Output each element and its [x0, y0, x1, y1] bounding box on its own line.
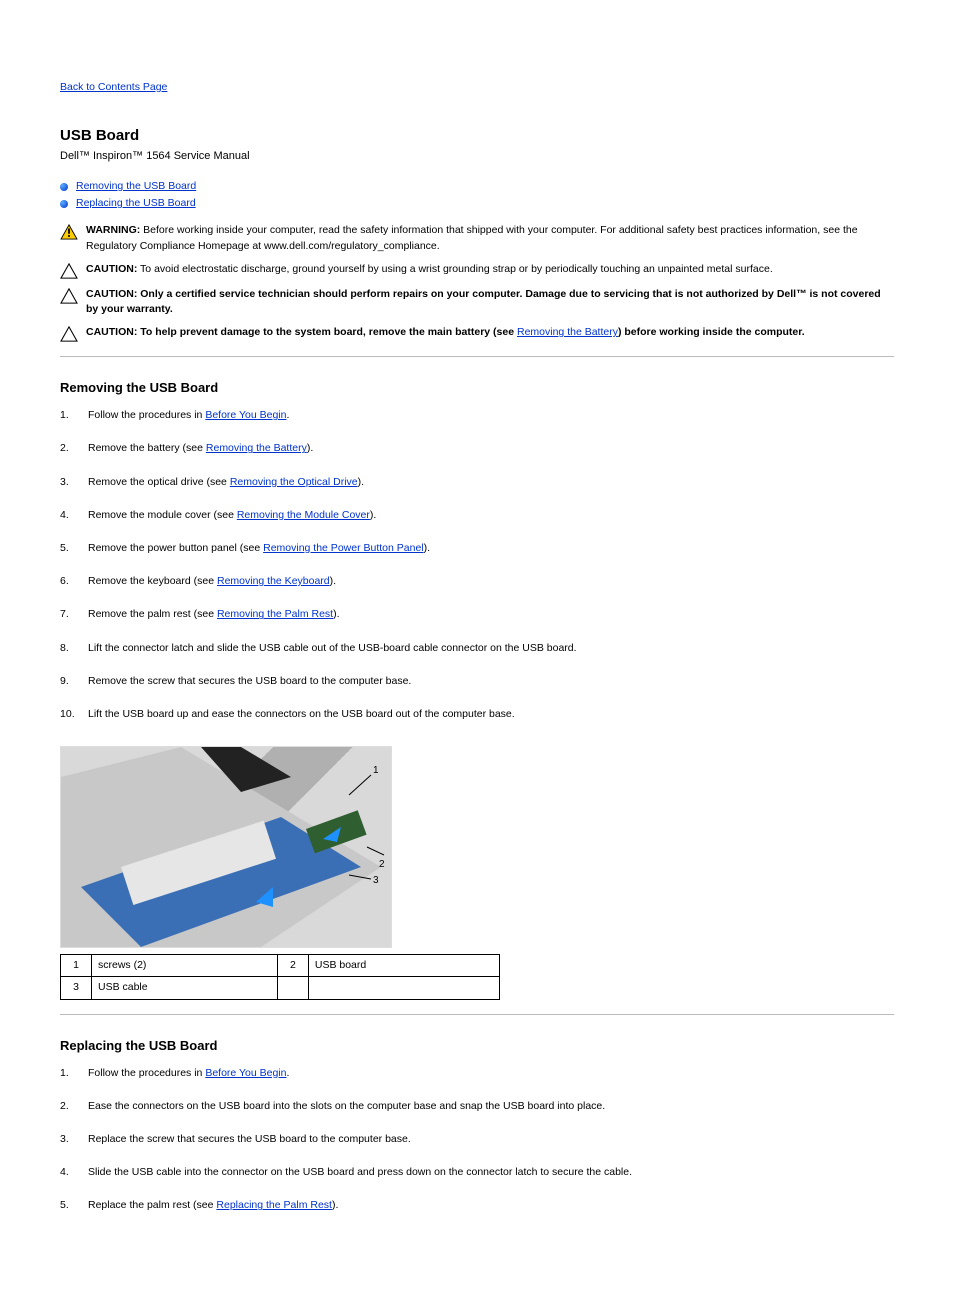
bullet-icon: [60, 183, 68, 191]
step-link[interactable]: Removing the Battery: [206, 442, 307, 454]
step: Remove the keyboard (see Removing the Ke…: [60, 574, 894, 589]
label-idx: 3: [61, 977, 92, 999]
removing-heading: Removing the USB Board: [60, 379, 894, 398]
step-link[interactable]: Removing the Keyboard: [217, 575, 330, 587]
toc-link-removing[interactable]: Removing the USB Board: [76, 179, 196, 194]
table-row: 1 screws (2) 2 USB board: [61, 955, 500, 977]
step-text: Remove the module cover (see: [88, 509, 237, 521]
step-text: Lift the USB board up and ease the conne…: [88, 708, 515, 720]
step: Remove the screw that secures the USB bo…: [60, 674, 894, 689]
page-title: USB Board: [60, 125, 894, 147]
step: Lift the USB board up and ease the conne…: [60, 707, 894, 722]
step-text: Ease the connectors on the USB board int…: [88, 1100, 605, 1112]
label-text: USB cable: [92, 977, 278, 999]
warning-label: WARNING:: [86, 224, 140, 236]
divider: [60, 356, 894, 357]
caution2-text: CAUTION: Only a certified service techni…: [86, 287, 894, 317]
label-text: [308, 977, 499, 999]
svg-text:2: 2: [379, 859, 385, 870]
caution-icon: [60, 326, 78, 342]
caution3-link[interactable]: Removing the Battery: [517, 326, 618, 338]
page-subtitle: Dell™ Inspiron™ 1564 Service Manual: [60, 149, 894, 165]
step-text: Replace the screw that secures the USB b…: [88, 1133, 411, 1145]
step-link[interactable]: Removing the Power Button Panel: [263, 542, 424, 554]
label-idx: 1: [61, 955, 92, 977]
caution1-body: To avoid electrostatic discharge, ground…: [137, 263, 772, 275]
step-text: Remove the battery (see: [88, 442, 206, 454]
step-link[interactable]: Removing the Module Cover: [237, 509, 370, 521]
step-text: .: [286, 1067, 289, 1079]
step-link[interactable]: Replacing the Palm Rest: [216, 1199, 332, 1211]
warning-body: Before working inside your computer, rea…: [86, 224, 858, 251]
step-text: ).: [370, 509, 376, 521]
label-text: screws (2): [92, 955, 278, 977]
step: Remove the battery (see Removing the Bat…: [60, 441, 894, 456]
step-link[interactable]: Before You Begin: [205, 409, 286, 421]
step-text: ).: [358, 476, 364, 488]
step-text: Remove the optical drive (see: [88, 476, 230, 488]
step-text: ).: [332, 1199, 338, 1211]
step: Replace the palm rest (see Replacing the…: [60, 1198, 894, 1213]
caution-icon: [60, 288, 78, 304]
step: Replace the screw that secures the USB b…: [60, 1132, 894, 1147]
usb-board-figure: 1 2 3: [60, 746, 392, 948]
step: Remove the optical drive (see Removing t…: [60, 475, 894, 490]
step-text: Follow the procedures in: [88, 1067, 205, 1079]
caution2-tm: ™: [796, 288, 807, 300]
step-link[interactable]: Before You Begin: [205, 1067, 286, 1079]
step-text: Follow the procedures in: [88, 409, 205, 421]
figure-labels-table: 1 screws (2) 2 USB board 3 USB cable: [60, 954, 500, 999]
step: Lift the connector latch and slide the U…: [60, 641, 894, 656]
warning-text: WARNING: Before working inside your comp…: [86, 223, 894, 253]
label-text: USB board: [308, 955, 499, 977]
step-text: Remove the power button panel (see: [88, 542, 263, 554]
svg-text:3: 3: [373, 875, 379, 886]
step: Ease the connectors on the USB board int…: [60, 1099, 894, 1114]
back-to-contents-link[interactable]: Back to Contents Page: [60, 80, 167, 95]
step-text: Remove the screw that secures the USB bo…: [88, 675, 411, 687]
step-text: ).: [330, 575, 336, 587]
step-link[interactable]: Removing the Palm Rest: [217, 608, 333, 620]
step: Remove the palm rest (see Removing the P…: [60, 607, 894, 622]
step: Slide the USB cable into the connector o…: [60, 1165, 894, 1180]
toc-link-replacing[interactable]: Replacing the USB Board: [76, 196, 196, 211]
caution3-after: ) before working inside the computer.: [618, 326, 805, 338]
step-text: Lift the connector latch and slide the U…: [88, 642, 577, 654]
step-link[interactable]: Removing the Optical Drive: [230, 476, 358, 488]
caution3-before: To help prevent damage to the system boa…: [137, 326, 517, 338]
caution-icon: [60, 263, 78, 279]
step-text: Replace the palm rest (see: [88, 1199, 216, 1211]
step-text: Remove the palm rest (see: [88, 608, 217, 620]
caution2-before: Only a certified service technician shou…: [137, 288, 796, 300]
replacing-heading: Replacing the USB Board: [60, 1037, 894, 1056]
step: Remove the module cover (see Removing th…: [60, 508, 894, 523]
caution2-label: CAUTION:: [86, 288, 137, 300]
step-text: Slide the USB cable into the connector o…: [88, 1166, 632, 1178]
step-text: ).: [307, 442, 313, 454]
label-idx: 2: [277, 955, 308, 977]
bullet-icon: [60, 200, 68, 208]
table-row: 3 USB cable: [61, 977, 500, 999]
svg-text:1: 1: [373, 765, 379, 776]
step-text: .: [286, 409, 289, 421]
caution3-text: CAUTION: To help prevent damage to the s…: [86, 325, 894, 340]
step-text: ).: [424, 542, 430, 554]
step: Follow the procedures in Before You Begi…: [60, 1066, 894, 1081]
figure-svg: 1 2 3: [61, 747, 391, 947]
step: Follow the procedures in Before You Begi…: [60, 408, 894, 423]
caution1-label: CAUTION:: [86, 263, 137, 275]
caution3-label: CAUTION:: [86, 326, 137, 338]
caution1-text: CAUTION: To avoid electrostatic discharg…: [86, 262, 894, 277]
step-text: Remove the keyboard (see: [88, 575, 217, 587]
step-text: ).: [333, 608, 339, 620]
label-idx: [277, 977, 308, 999]
warning-icon: [60, 224, 78, 240]
divider: [60, 1014, 894, 1015]
step: Remove the power button panel (see Remov…: [60, 541, 894, 556]
